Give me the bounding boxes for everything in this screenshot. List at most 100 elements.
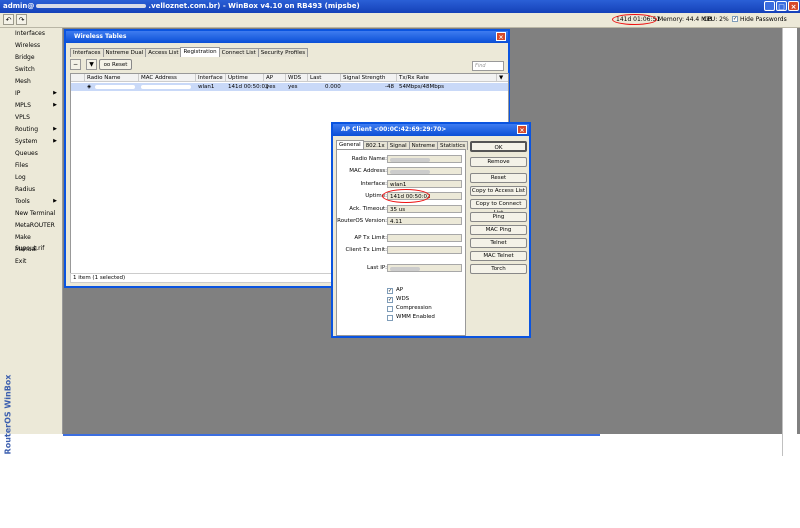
column-menu-icon[interactable]: ▼ xyxy=(497,74,508,82)
close-icon[interactable]: × xyxy=(788,1,799,11)
maximize-icon[interactable]: □ xyxy=(776,1,787,11)
col-signal-strength[interactable]: Signal Strength (dBm) xyxy=(341,74,397,89)
col-radio-name[interactable]: Radio Name xyxy=(85,74,139,82)
tab-registration[interactable]: Registration xyxy=(180,47,220,57)
sidebar-item-queues[interactable]: Queues xyxy=(0,148,62,160)
close-icon[interactable]: × xyxy=(517,125,527,134)
table-row[interactable]: ◈ wlan1 141d 00:50:02 yes yes 0.000 -48 … xyxy=(71,83,508,91)
brand: RouterOS WinBox xyxy=(0,374,13,458)
app-title-prefix: admin@ xyxy=(3,2,35,10)
minimize-icon[interactable]: _ xyxy=(764,1,775,11)
wmm-enabled-checkbox[interactable] xyxy=(387,315,393,321)
sidebar-item-label: Radius xyxy=(15,186,36,193)
radio-name-label: Radio Name: xyxy=(351,156,387,162)
sidebar-item-new-terminal[interactable]: New Terminal xyxy=(0,208,62,220)
sidebar-item-label: IP xyxy=(15,90,21,97)
telnet-button[interactable]: Telnet xyxy=(470,238,527,248)
sidebar-item-mesh[interactable]: Mesh xyxy=(0,76,62,88)
sidebar-item-label: Exit xyxy=(15,258,27,265)
sidebar-item-wireless[interactable]: Wireless xyxy=(0,40,62,52)
torch-button[interactable]: Torch xyxy=(470,264,527,274)
col-interface[interactable]: Interface xyxy=(196,74,226,82)
sidebar-item-system[interactable]: System ▶ xyxy=(0,136,62,148)
cell-rate: 54Mbps/48Mbps xyxy=(399,84,445,90)
ap-client-titlebar[interactable]: AP Client <00:0C:42:69:29:70> × xyxy=(333,124,529,136)
app-title: admin@ .velloznet.com.br) - WinBox v4.10 … xyxy=(3,0,360,13)
compression-label: Compression xyxy=(396,305,432,311)
sidebar-item-label: Files xyxy=(15,162,29,169)
item-count: 1 item (1 selected) xyxy=(73,275,126,281)
interface-field: wlan1 xyxy=(387,180,462,188)
sidebar-item-radius[interactable]: Radius xyxy=(0,184,62,196)
undo-icon[interactable]: ↶ xyxy=(3,14,14,25)
filter-icon[interactable]: ▼ xyxy=(86,59,97,70)
tab-connect-list[interactable]: Connect List xyxy=(218,48,259,57)
copy-to-access-list-button[interactable]: Copy to Access List xyxy=(470,186,527,196)
cell-wds: yes xyxy=(288,84,298,90)
minus-icon[interactable]: − xyxy=(70,59,81,70)
redo-icon[interactable]: ↷ xyxy=(16,14,27,25)
sidebar-item-bridge[interactable]: Bridge xyxy=(0,52,62,64)
wireless-tables-titlebar[interactable]: Wireless Tables × xyxy=(66,31,508,43)
highlight-oval xyxy=(612,14,657,25)
sidebar-item-label: Manual xyxy=(15,246,37,253)
mac-telnet-button[interactable]: MAC Telnet xyxy=(470,251,527,261)
col-mac-address[interactable]: MAC Address xyxy=(139,74,196,82)
cell-mac-address xyxy=(139,83,191,91)
ack-timeout-field: 35 us xyxy=(387,205,462,213)
submenu-arrow-icon: ▶ xyxy=(53,90,57,96)
reset-button[interactable]: oo Reset xyxy=(99,59,132,70)
tab-security-profiles[interactable]: Security Profiles xyxy=(257,48,309,57)
sidebar-item-routing[interactable]: Routing ▶ xyxy=(0,124,62,136)
find-input[interactable]: Find xyxy=(472,61,504,71)
sidebar-item-metarouter[interactable]: MetaROUTER xyxy=(0,220,62,232)
ap-checkbox[interactable]: ✓ xyxy=(387,288,393,294)
table-header-blank xyxy=(71,74,85,82)
wds-checkbox[interactable]: ✓ xyxy=(387,297,393,303)
tab-access-list[interactable]: Access List xyxy=(145,48,182,57)
sidebar-item-ip[interactable]: IP ▶ xyxy=(0,88,62,100)
ack-timeout-label: Ack. Timeout: xyxy=(349,206,387,212)
wmm-enabled-label: WMM Enabled xyxy=(396,314,435,320)
sidebar-item-exit[interactable]: Exit xyxy=(0,256,62,268)
copy-to-connect-list-button[interactable]: Copy to Connect List xyxy=(470,199,527,216)
redacted-host xyxy=(36,4,147,8)
tab-nstreme-dual[interactable]: Nstreme Dual xyxy=(102,48,147,57)
reset-label: Reset xyxy=(112,62,128,68)
sidebar-item-tools[interactable]: Tools ▶ xyxy=(0,196,62,208)
sidebar-item-log[interactable]: Log xyxy=(0,172,62,184)
reset-button[interactable]: Reset xyxy=(470,173,527,183)
scrollbar-vertical[interactable] xyxy=(782,28,797,456)
mac-ping-button[interactable]: MAC Ping xyxy=(470,225,527,235)
col-uptime[interactable]: Uptime xyxy=(226,74,264,82)
sidebar-item-interfaces[interactable]: Interfaces xyxy=(0,28,62,40)
sidebar-item-switch[interactable]: Switch xyxy=(0,64,62,76)
sidebar-item-make-supout-rif[interactable]: Make Supout.rif xyxy=(0,232,62,252)
compression-checkbox[interactable] xyxy=(387,306,393,312)
hide-passwords-checkbox[interactable]: ✓ xyxy=(732,16,738,22)
app-title-suffix: .velloznet.com.br) - WinBox v4.10 on RB4… xyxy=(148,2,360,10)
sidebar-item-vpls[interactable]: VPLS xyxy=(0,112,62,124)
tab-interfaces[interactable]: Interfaces xyxy=(70,48,104,57)
cell-signal: -48 xyxy=(385,84,394,90)
mac-address-field xyxy=(387,167,462,175)
sidebar-item-manual[interactable]: Manual xyxy=(0,244,62,256)
col-tx-rx-rate[interactable]: Tx/Rx Rate xyxy=(397,74,497,82)
ok-button[interactable]: OK xyxy=(470,141,527,152)
hide-passwords-label: Hide Passwords xyxy=(740,16,787,23)
col-wds[interactable]: WDS xyxy=(286,74,308,82)
sidebar-item-files[interactable]: Files xyxy=(0,160,62,172)
col-ap[interactable]: AP xyxy=(264,74,286,82)
ping-button[interactable]: Ping xyxy=(470,212,527,222)
sidebar-item-mpls[interactable]: MPLS ▶ xyxy=(0,100,62,112)
sidebar-item-label: Wireless xyxy=(15,42,41,49)
col-last-activity[interactable]: Last Activit... xyxy=(308,74,341,89)
wds-label: WDS xyxy=(396,296,410,302)
remove-button[interactable]: Remove xyxy=(470,157,527,167)
wireless-client-icon: ◈ xyxy=(87,84,92,90)
brand-text: RouterOS WinBox xyxy=(3,374,13,455)
close-icon[interactable]: × xyxy=(496,32,506,41)
submenu-arrow-icon: ▶ xyxy=(53,102,57,108)
client-tx-limit-field xyxy=(387,246,462,254)
sidebar-item-label: VPLS xyxy=(15,114,30,121)
